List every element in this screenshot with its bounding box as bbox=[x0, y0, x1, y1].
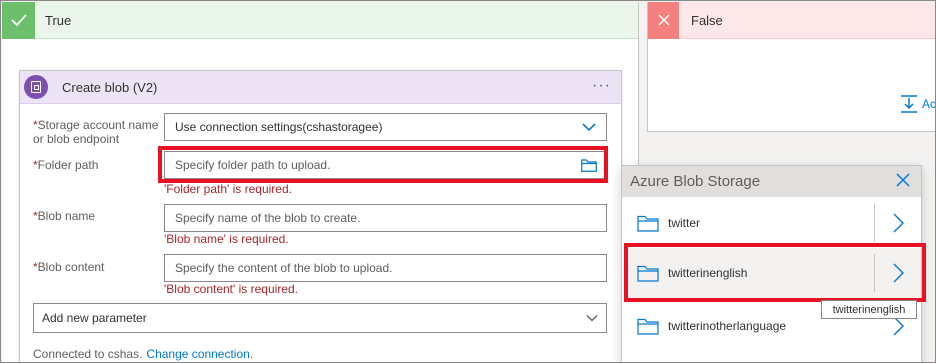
folder-icon bbox=[637, 318, 659, 335]
add-action-icon bbox=[901, 95, 917, 113]
false-branch-header[interactable]: False bbox=[648, 1, 935, 39]
close-icon[interactable] bbox=[895, 172, 911, 188]
logic-app-designer: True False Ac Create blob (V2) ··· *Stor… bbox=[0, 0, 936, 363]
blob-name-placeholder: Specify name of the blob to create. bbox=[175, 211, 361, 225]
blob-name-input[interactable]: Specify name of the blob to create. bbox=[164, 204, 607, 232]
checkmark-icon bbox=[2, 1, 35, 39]
picker-item-name: twitter bbox=[668, 216, 701, 230]
card-header[interactable]: Create blob (V2) ··· bbox=[20, 71, 621, 104]
divider bbox=[874, 204, 875, 242]
chevron-right-icon[interactable] bbox=[892, 213, 904, 233]
blob-content-placeholder: Specify the content of the blob to uploa… bbox=[175, 261, 393, 275]
picker-item-name: twitterinotherlanguage bbox=[668, 319, 787, 333]
folder-path-error: 'Folder path' is required. bbox=[164, 182, 292, 196]
false-branch: False Ac bbox=[647, 1, 936, 132]
change-connection-link[interactable]: Change connection. bbox=[146, 347, 253, 361]
close-icon bbox=[648, 1, 679, 39]
true-branch-label: True bbox=[45, 12, 72, 28]
chevron-down-icon bbox=[586, 315, 598, 322]
picker-title: Azure Blob Storage bbox=[630, 173, 761, 190]
folder-path-highlight bbox=[158, 146, 608, 183]
true-branch-header[interactable]: True bbox=[2, 1, 638, 39]
add-parameter-label: Add new parameter bbox=[42, 311, 147, 325]
twitterinenglish-highlight bbox=[624, 243, 926, 302]
blob-content-label: *Blob content bbox=[33, 260, 105, 274]
blob-content-input[interactable]: Specify the content of the blob to uploa… bbox=[164, 254, 607, 282]
add-parameter-dropdown[interactable]: Add new parameter bbox=[33, 303, 607, 333]
chevron-down-icon bbox=[582, 123, 596, 132]
picker-header: Azure Blob Storage bbox=[622, 166, 921, 197]
blob-content-error: 'Blob content' is required. bbox=[164, 282, 298, 296]
card-title: Create blob (V2) bbox=[62, 79, 158, 95]
blob-storage-icon bbox=[24, 75, 48, 99]
storage-account-label: *Storage account name or blob endpoint bbox=[33, 118, 159, 146]
add-action-button[interactable]: Ac bbox=[899, 94, 936, 114]
blob-name-label: *Blob name bbox=[33, 209, 96, 223]
create-blob-card: Create blob (V2) ··· *Storage account na… bbox=[19, 70, 622, 362]
storage-account-select[interactable]: Use connection settings(cshastoragee) bbox=[164, 113, 607, 141]
connection-info: Connected to cshas. Change connection. bbox=[33, 347, 253, 361]
card-menu-button[interactable]: ··· bbox=[592, 77, 611, 95]
false-branch-label: False bbox=[691, 12, 723, 28]
blob-name-error: 'Blob name' is required. bbox=[164, 232, 289, 246]
folder-path-label: *Folder path bbox=[33, 158, 99, 172]
tooltip: twitterinenglish bbox=[821, 300, 917, 319]
connected-text: Connected to cshas. bbox=[33, 347, 143, 361]
storage-account-value: Use connection settings(cshastoragee) bbox=[175, 120, 383, 134]
chevron-right-icon[interactable] bbox=[892, 316, 904, 336]
add-action-label: Ac bbox=[922, 97, 936, 111]
picker-item-twitter[interactable]: twitter bbox=[626, 198, 921, 248]
folder-icon bbox=[637, 215, 659, 232]
